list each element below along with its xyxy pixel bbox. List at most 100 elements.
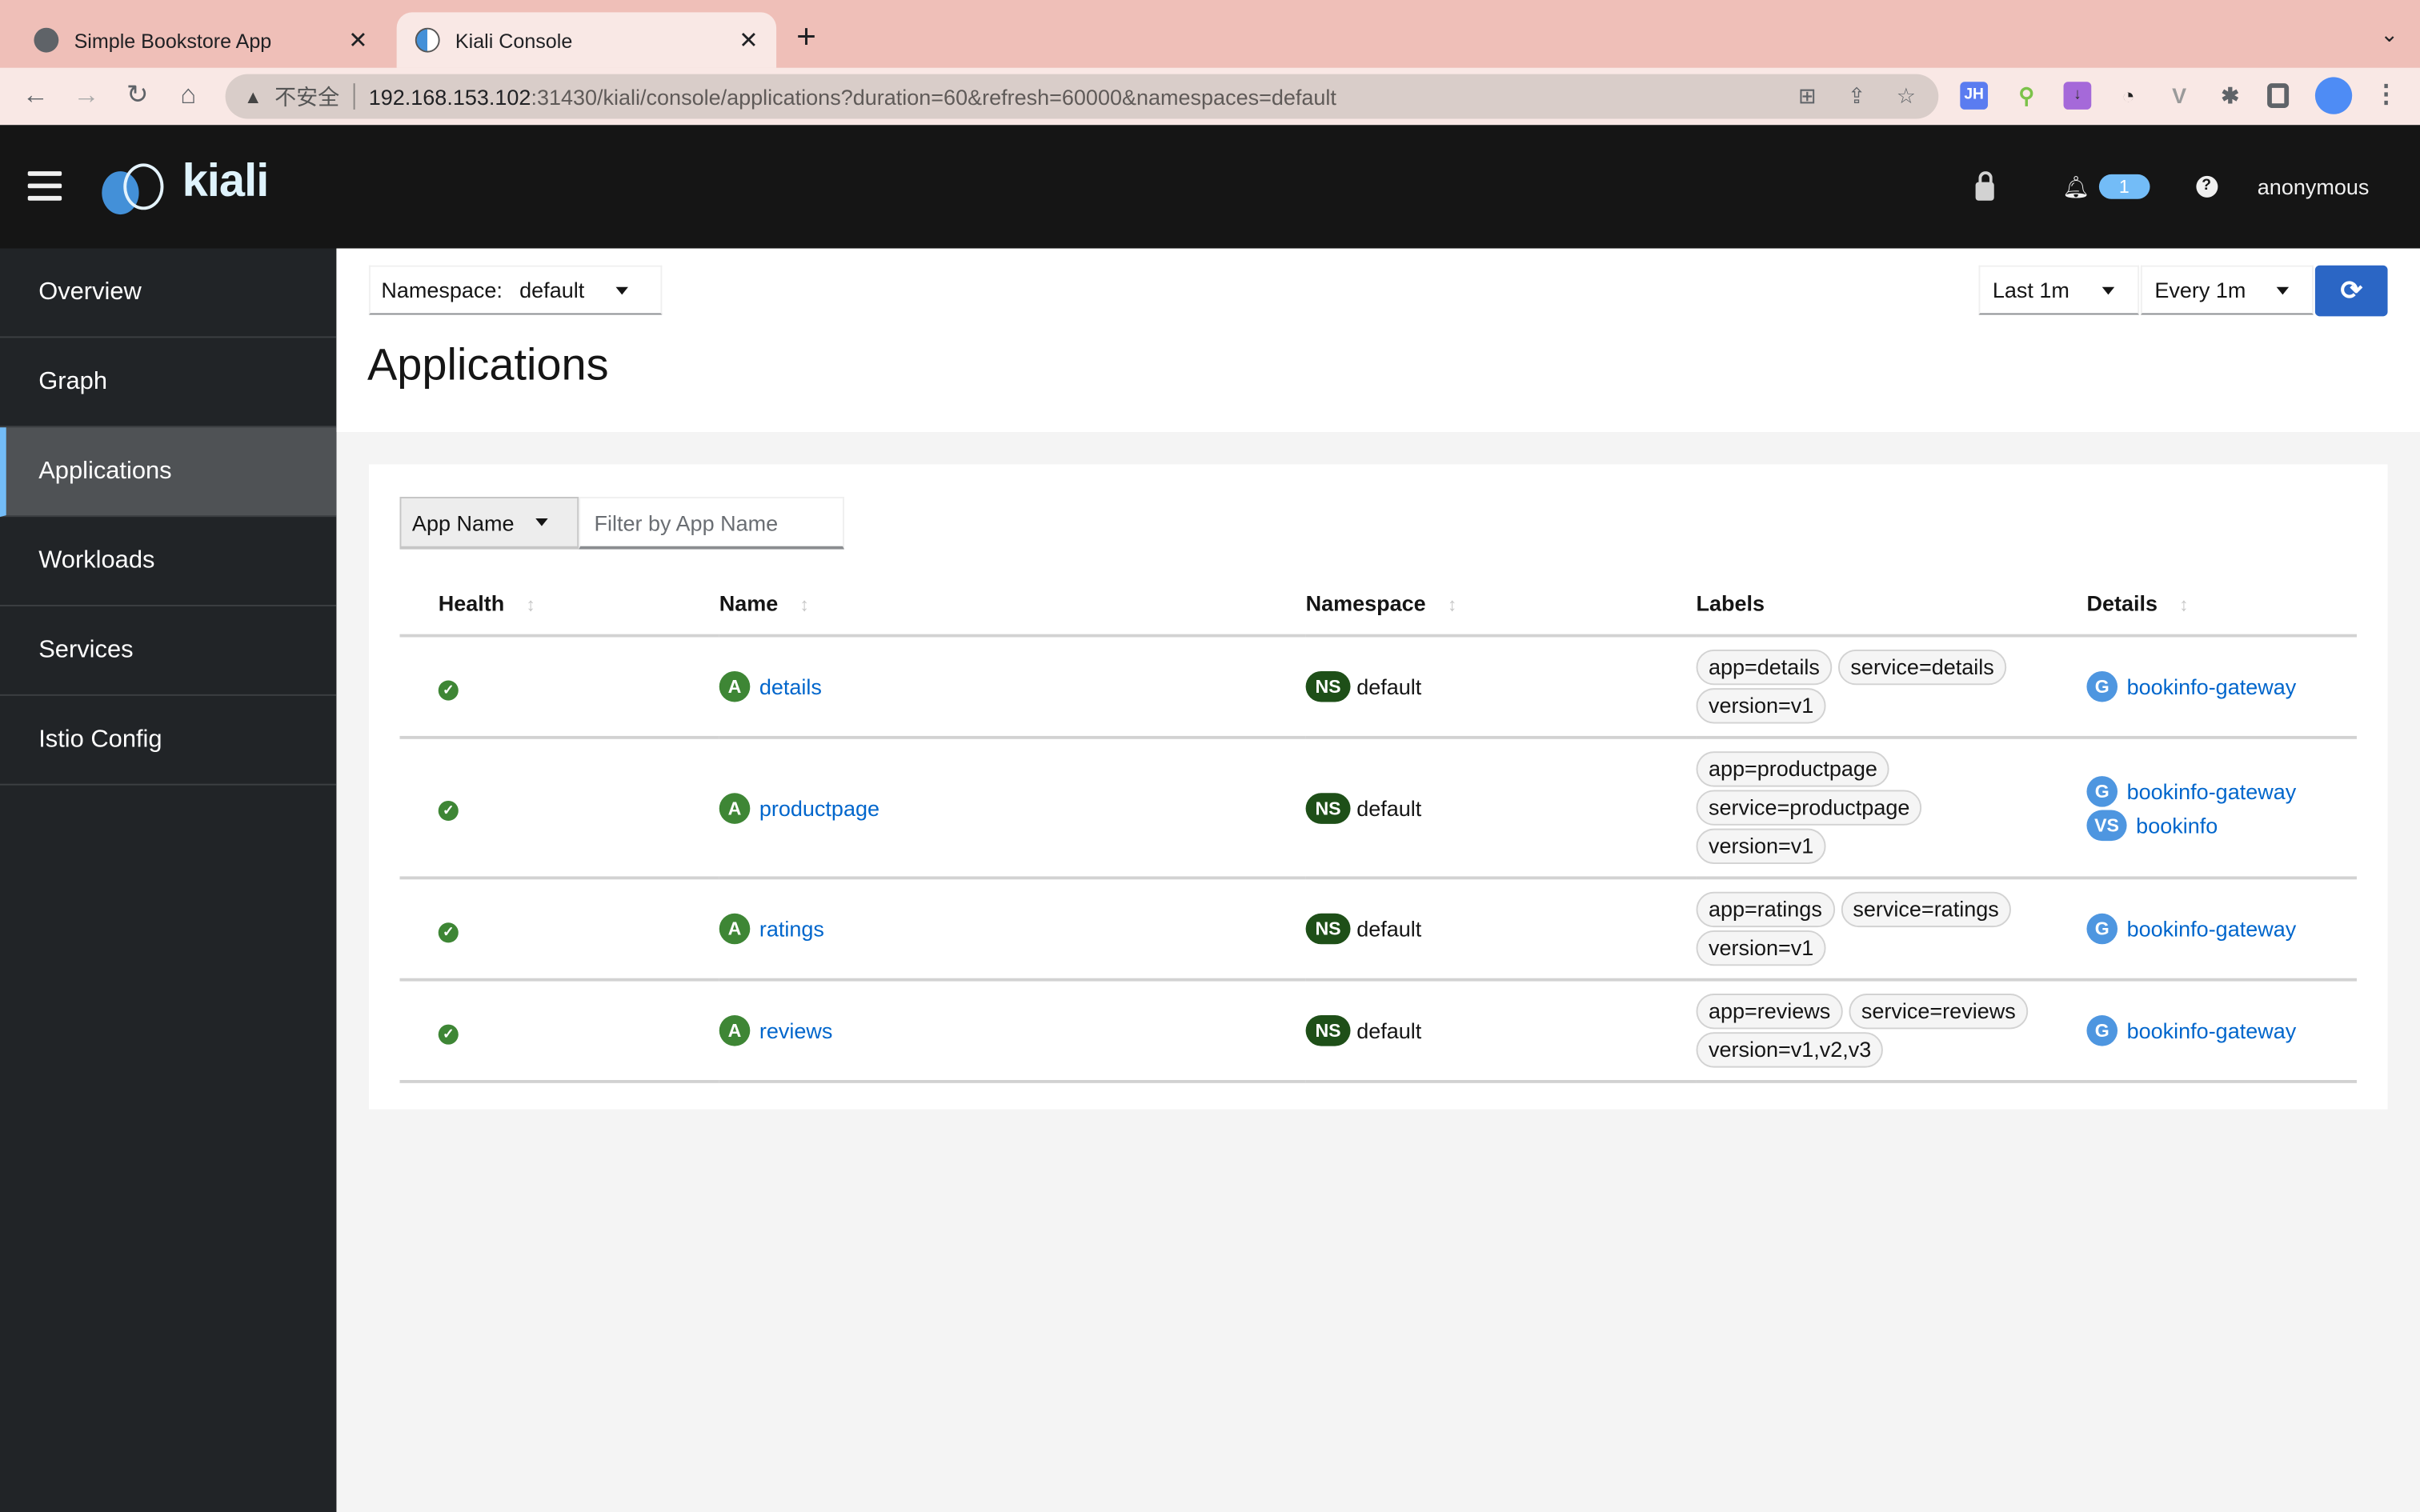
url-host: 192.168.153.102 bbox=[368, 84, 531, 109]
screen: Simple Bookstore App ✕ Kiali Console ✕ +… bbox=[0, 0, 2420, 1512]
security-label: 不安全 bbox=[274, 84, 340, 109]
sidebar-item-workloads[interactable]: Workloads bbox=[0, 517, 337, 606]
filter-input[interactable] bbox=[579, 497, 844, 550]
translate-icon[interactable]: ⊞ bbox=[1793, 82, 1821, 110]
browser-tab-kiali[interactable]: Kiali Console ✕ bbox=[396, 12, 777, 68]
label-tag: service=details bbox=[1837, 649, 2007, 686]
filter-type-dropdown[interactable]: App Name bbox=[399, 497, 579, 550]
sort-icon[interactable]: ↕ bbox=[526, 594, 535, 616]
url-path: :31430/kiali/console/applications?durati… bbox=[531, 84, 1336, 109]
column-header-health[interactable]: Health ↕ bbox=[399, 572, 719, 638]
label-tag: service=ratings bbox=[1840, 891, 2012, 928]
namespace-selector[interactable]: Namespace: default bbox=[368, 265, 663, 315]
applications-card: App Name Health ↕ Name ↕ Namespace ↕ Labels… bbox=[368, 464, 2388, 1110]
gateway-badge-icon: G bbox=[2086, 913, 2118, 945]
gateway-badge-icon: G bbox=[2086, 1015, 2118, 1046]
speedometer-extension-icon[interactable]: ◔ bbox=[2114, 82, 2142, 110]
close-tab-icon[interactable]: ✕ bbox=[733, 26, 764, 54]
page-header: Namespace: default Applications Last 1m … bbox=[336, 248, 2420, 433]
table-row: ✓ Aproductpage NS default app=productpage… bbox=[399, 737, 2357, 880]
caret-down-icon bbox=[2276, 286, 2290, 295]
column-label: Namespace bbox=[1305, 590, 1426, 616]
label-tag: version=v1 bbox=[1696, 930, 1826, 966]
healthy-check-icon[interactable]: ✓ bbox=[438, 1023, 459, 1044]
bell-icon[interactable]: 🔔︎ bbox=[2062, 174, 2089, 200]
share-icon[interactable]: ⇪ bbox=[1843, 82, 1871, 110]
main-content: Namespace: default Applications Last 1m … bbox=[336, 248, 2420, 1512]
forward-icon[interactable]: → bbox=[70, 78, 103, 112]
healthy-check-icon[interactable]: ✓ bbox=[438, 679, 459, 700]
search-extension-icon[interactable]: ⚲ bbox=[2013, 82, 2041, 110]
label-tag: version=v1 bbox=[1696, 688, 1826, 724]
refresh-interval-dropdown[interactable]: Every 1m bbox=[2140, 265, 2314, 315]
sidebar-item-overview[interactable]: Overview bbox=[0, 249, 337, 338]
sort-icon[interactable]: ↕ bbox=[1448, 594, 1457, 616]
lock-icon[interactable] bbox=[1975, 170, 1995, 200]
side-panel-icon[interactable] bbox=[2267, 83, 2290, 109]
profile-avatar[interactable] bbox=[2314, 77, 2353, 114]
gateway-link[interactable]: bookinfo-gateway bbox=[2127, 778, 2297, 803]
app-link[interactable]: productpage bbox=[759, 795, 879, 820]
browser-tab-strip: Simple Bookstore App ✕ Kiali Console ✕ +… bbox=[0, 0, 2420, 68]
hamburger-menu-icon[interactable] bbox=[27, 171, 62, 208]
address-bar[interactable]: ▲ 不安全 192.168.153.102 :31430/kiali/conso… bbox=[225, 74, 1939, 119]
column-header-details[interactable]: Details ↕ bbox=[2086, 572, 2357, 638]
namespace-text: default bbox=[1356, 1018, 1422, 1043]
back-icon[interactable]: ← bbox=[18, 78, 52, 112]
user-menu[interactable]: anonymous bbox=[2258, 174, 2370, 199]
app-link[interactable]: reviews bbox=[759, 1018, 833, 1043]
column-label: Labels bbox=[1696, 590, 1765, 616]
label-tag: version=v1 bbox=[1696, 828, 1826, 865]
sidebar-item-services[interactable]: Services bbox=[0, 606, 337, 696]
bookmark-star-icon[interactable]: ☆ bbox=[1892, 82, 1920, 110]
refresh-button[interactable]: ⟳ bbox=[2314, 265, 2388, 317]
column-header-namespace[interactable]: Namespace ↕ bbox=[1305, 572, 1697, 638]
close-tab-icon[interactable]: ✕ bbox=[343, 26, 374, 54]
namespace-text: default bbox=[1356, 916, 1422, 942]
gateway-link[interactable]: bookinfo-gateway bbox=[2127, 917, 2297, 942]
sort-icon[interactable]: ↕ bbox=[2179, 594, 2189, 616]
new-tab-button[interactable]: + bbox=[796, 18, 816, 55]
namespace-text: default bbox=[1356, 674, 1422, 699]
virtual-service-link[interactable]: bookinfo bbox=[2136, 812, 2218, 837]
virtual-service-badge-icon: VS bbox=[2086, 809, 2127, 841]
reload-icon[interactable]: ↻ bbox=[120, 78, 154, 112]
help-icon[interactable]: ? bbox=[2195, 175, 2218, 198]
tab-search-chevron-icon[interactable]: ⌄ bbox=[2380, 22, 2398, 48]
app-badge-icon: A bbox=[719, 913, 751, 945]
column-header-name[interactable]: Name ↕ bbox=[719, 572, 1306, 638]
namespace-label: Namespace: bbox=[381, 278, 503, 303]
gateway-badge-icon: G bbox=[2086, 670, 2118, 702]
sort-icon[interactable]: ↕ bbox=[799, 594, 809, 616]
refresh-interval-value: Every 1m bbox=[2154, 278, 2246, 303]
namespace-badge-icon: NS bbox=[1305, 1015, 1351, 1046]
notifications-badge[interactable]: 1 bbox=[2098, 174, 2150, 199]
download-extension-icon[interactable]: ↓ bbox=[2063, 82, 2092, 110]
jh-extension-icon[interactable]: JH bbox=[1960, 82, 1989, 110]
caret-down-icon bbox=[615, 286, 628, 294]
sidebar-item-applications[interactable]: Applications bbox=[0, 427, 337, 518]
column-header-labels: Labels bbox=[1696, 572, 2087, 638]
duration-dropdown[interactable]: Last 1m bbox=[1978, 265, 2140, 315]
home-icon[interactable]: ⌂ bbox=[171, 78, 205, 112]
puzzle-extensions-icon[interactable]: ✱ bbox=[2216, 82, 2244, 110]
vue-extension-icon[interactable]: V bbox=[2166, 82, 2194, 110]
applications-table: Health ↕ Name ↕ Namespace ↕ Labels Details ↕… bbox=[399, 572, 2357, 1083]
app-link[interactable]: ratings bbox=[759, 917, 824, 942]
app-link[interactable]: details bbox=[759, 674, 822, 699]
tab-title: Kiali Console bbox=[455, 28, 573, 52]
gateway-link[interactable]: bookinfo-gateway bbox=[2127, 674, 2297, 699]
label-tag: app=details bbox=[1696, 649, 1833, 686]
app-badge-icon: A bbox=[719, 1015, 751, 1046]
browser-tab-bookstore[interactable]: Simple Bookstore App ✕ bbox=[15, 12, 386, 67]
namespace-badge-icon: NS bbox=[1305, 792, 1351, 823]
sidebar-nav: Overview Graph Applications Workloads Se… bbox=[0, 248, 337, 1512]
sidebar-item-istio-config[interactable]: Istio Config bbox=[0, 696, 337, 786]
gateway-link[interactable]: bookinfo-gateway bbox=[2127, 1018, 2297, 1043]
healthy-check-icon[interactable]: ✓ bbox=[438, 922, 459, 942]
namespace-value: default bbox=[519, 278, 585, 303]
sidebar-item-graph[interactable]: Graph bbox=[0, 338, 337, 428]
healthy-check-icon[interactable]: ✓ bbox=[438, 800, 459, 822]
browser-menu-icon[interactable]: ⋮ bbox=[2372, 82, 2400, 110]
kiali-logo[interactable]: kiali bbox=[102, 156, 274, 215]
